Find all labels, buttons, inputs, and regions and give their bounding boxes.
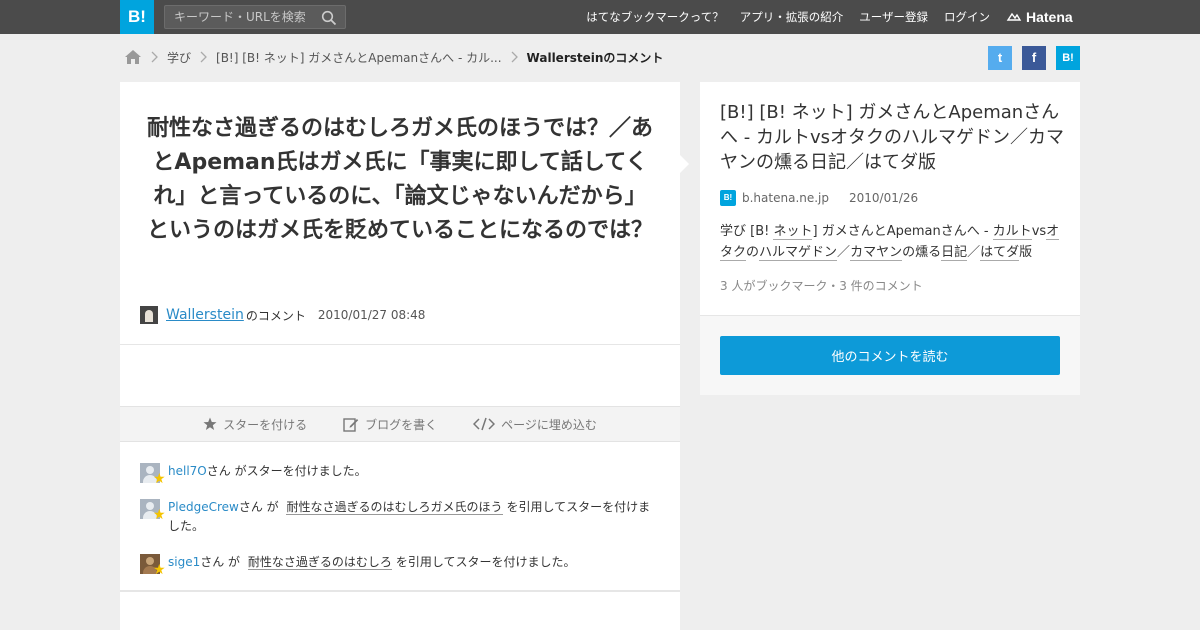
list-item: ★ hell7Oさん がスターを付けました。 <box>140 462 660 486</box>
star-user-link[interactable]: PledgeCrew <box>168 500 239 514</box>
chevron-right-icon <box>200 51 207 63</box>
yellow-star-icon: ★ <box>153 471 166 487</box>
star-quote: 耐性なさ過ぎるのはむしろガメ氏のほう <box>286 500 503 515</box>
hatena-bookmark-share-icon[interactable]: B! <box>1056 46 1080 70</box>
star-icon <box>203 417 217 430</box>
star-text: さん が <box>238 500 279 514</box>
keyword-link[interactable]: カマヤン <box>850 245 903 261</box>
comment-card: 耐性なさ過ぎるのはむしろガメ氏のほうでは？／あとApeman氏はガメ氏に「事実に… <box>120 82 689 630</box>
action-bar: スターを付ける ブログを書く ページに埋め込む <box>120 406 680 442</box>
nav-about[interactable]: はてなブックマークって？ <box>586 9 723 25</box>
summary-text: ] ガメさんとApemanさんへ - <box>812 224 993 239</box>
star-text: さん が <box>200 555 241 569</box>
hatena-bookmark-logo[interactable]: B! <box>120 0 154 34</box>
nav-register[interactable]: ユーザー登録 <box>859 9 928 25</box>
summary-text: 学び [B! <box>720 224 774 239</box>
nav-apps[interactable]: アプリ・拡張の紹介 <box>740 9 844 25</box>
divider <box>120 344 680 345</box>
chevron-right-icon <box>151 51 158 63</box>
star-text: さん がスターを付けました。 <box>206 464 367 478</box>
summary-text: 版 <box>1019 245 1033 260</box>
star-user-link[interactable]: sige1 <box>168 555 200 569</box>
add-star-button[interactable]: スターを付ける <box>203 416 307 433</box>
breadcrumb-entry[interactable]: [B!] [B! ネット] ガメさんとApemanさんへ - カル... <box>216 49 502 66</box>
keyword-link[interactable]: ネット <box>773 224 813 240</box>
entry-date: 2010/01/26 <box>849 191 919 205</box>
summary-text: ／ <box>837 245 851 260</box>
keyword-link[interactable]: ハルマゲドン <box>759 245 838 261</box>
entry-source: B! b.hatena.ne.jp 2010/01/26 <box>720 190 918 206</box>
write-blog-label: ブログを書く <box>365 417 438 432</box>
yellow-star-icon: ★ <box>153 507 166 523</box>
twitter-share-icon[interactable]: t <box>988 46 1012 70</box>
comment-meta: Wallerstein のコメント 2010/01/27 08:48 <box>140 304 425 326</box>
comment-timestamp: 2010/01/27 08:48 <box>317 308 426 322</box>
entry-actions: 他のコメントを読む <box>700 315 1080 395</box>
entry-card: [B!] [B! ネット] ガメさんとApemanさんへ - カルトvsオタクの… <box>700 82 1080 395</box>
comment-text: 耐性なさ過ぎるのはむしろガメ氏のほうでは？／あとApeman氏はガメ氏に「事実に… <box>146 116 653 243</box>
star-text: を引用してスターを付けました。 <box>395 555 576 569</box>
comment-user-link[interactable]: Wallerstein <box>166 307 244 323</box>
embed-label: ページに埋め込む <box>501 417 597 432</box>
facebook-share-icon[interactable]: f <box>1022 46 1046 70</box>
summary-text: vs <box>1031 224 1047 239</box>
hatena-brand-label: Hatena <box>1026 9 1073 25</box>
hatena-cloud-icon <box>1006 12 1022 21</box>
entry-title-link[interactable]: [B!] [B! ネット] ガメさんとApemanさんへ - カルトvsオタクの… <box>720 100 1065 175</box>
summary-text: の <box>746 245 760 260</box>
write-blog-button[interactable]: ブログを書く <box>343 416 437 433</box>
home-icon[interactable] <box>124 49 142 65</box>
favicon-icon: B! <box>720 190 736 206</box>
code-icon <box>473 417 496 431</box>
edit-icon <box>343 417 359 432</box>
star-user-link[interactable]: hell7O <box>168 464 207 478</box>
keyword-link[interactable]: 日記 <box>941 245 968 261</box>
search-input[interactable] <box>165 6 315 28</box>
entry-counts: 3 人がブックマーク・3 件のコメント <box>720 279 923 293</box>
breadcrumb-category[interactable]: 学び <box>167 49 191 66</box>
star-quote: 耐性なさ過ぎるのはむしろ <box>247 555 392 570</box>
keyword-link[interactable]: カルト <box>992 224 1032 240</box>
breadcrumb-current: Wallersteinのコメント <box>526 50 664 65</box>
avatar[interactable] <box>140 306 158 324</box>
chevron-right-icon <box>511 51 518 63</box>
entry-info: [B!] [B! ネット] ガメさんとApemanさんへ - カルトvsオタクの… <box>700 82 1080 315</box>
entry-domain-link[interactable]: b.hatena.ne.jp <box>742 191 829 205</box>
share-buttons: t f B! <box>988 46 1080 70</box>
keyword-link[interactable]: はてダ <box>980 245 1020 261</box>
entry-summary: 学び [B! ネット] ガメさんとApemanさんへ - カルトvsオタクのハル… <box>720 221 1065 263</box>
divider <box>120 590 680 592</box>
summary-text: ／ <box>967 245 981 260</box>
summary-text: の燻る <box>902 245 942 260</box>
top-nav: はてなブックマークって？ アプリ・拡張の紹介 ユーザー登録 ログイン <box>586 0 990 34</box>
hatena-brand-link[interactable]: Hatena <box>1006 0 1073 34</box>
yellow-star-icon: ★ <box>153 562 166 578</box>
top-bar: B! はてなブックマークって？ アプリ・拡張の紹介 ユーザー登録 ログイン Ha… <box>0 0 1200 34</box>
list-item: ★ sige1さん が 耐性なさ過ぎるのはむしろ を引用してスターを付けました。 <box>140 553 660 577</box>
breadcrumb: 学び [B!] [B! ネット] ガメさんとApemanさんへ - カル... … <box>124 46 663 68</box>
read-other-comments-button[interactable]: 他のコメントを読む <box>720 336 1060 375</box>
add-star-label: スターを付ける <box>223 417 308 432</box>
comment-user-suffix: のコメント <box>245 308 306 323</box>
search-icon[interactable] <box>321 10 337 26</box>
star-list: ★ hell7Oさん がスターを付けました。 ★ PledgeCrewさん が … <box>140 462 660 589</box>
list-item: ★ PledgeCrewさん が 耐性なさ過ぎるのはむしろガメ氏のほう を引用して… <box>140 498 660 536</box>
embed-button[interactable]: ページに埋め込む <box>473 416 597 433</box>
search-box <box>164 5 346 29</box>
nav-login[interactable]: ログイン <box>944 9 990 25</box>
